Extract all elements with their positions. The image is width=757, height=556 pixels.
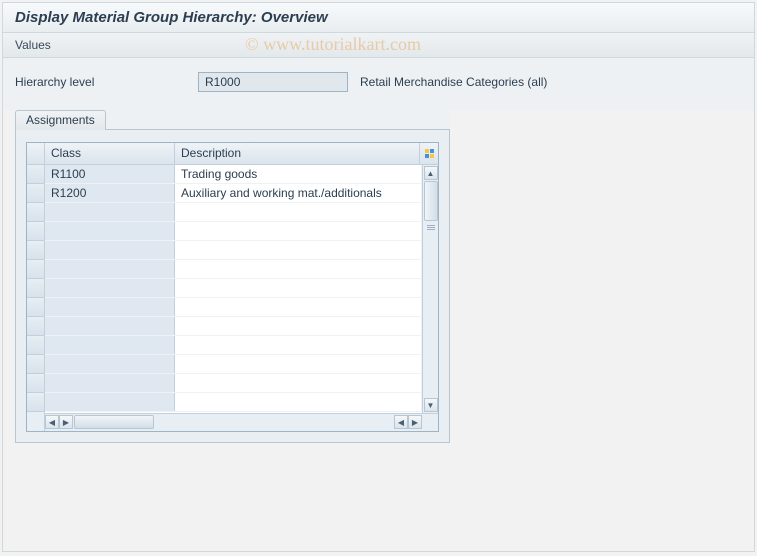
hierarchy-level-label: Hierarchy level	[15, 75, 190, 89]
main-window: Display Material Group Hierarchy: Overvi…	[2, 2, 755, 552]
page-title: Display Material Group Hierarchy: Overvi…	[3, 3, 754, 33]
hierarchy-level-desc: Retail Merchandise Categories (all)	[360, 75, 547, 89]
cell-class: R1200	[45, 184, 175, 202]
column-config-button[interactable]	[420, 143, 438, 164]
vertical-scrollbar[interactable]: ▲ ▼	[422, 165, 438, 413]
row-selector[interactable]	[27, 222, 44, 241]
cell-description: Auxiliary and working mat./additionals	[175, 184, 422, 202]
grid-rows: R1100 Trading goods R1200 Auxiliary and …	[45, 165, 422, 413]
table-row[interactable]	[45, 279, 422, 298]
row-selector[interactable]	[27, 184, 44, 203]
table-row[interactable]	[45, 336, 422, 355]
scroll-right-button[interactable]: ▶	[59, 415, 73, 429]
table-row[interactable]	[45, 298, 422, 317]
table-row[interactable]	[45, 393, 422, 412]
selector-header[interactable]	[27, 143, 44, 165]
row-selector[interactable]	[27, 393, 44, 412]
assignments-panel: Assignments	[15, 110, 450, 443]
horizontal-scrollbar[interactable]: ◀ ▶ ◀ ▶	[45, 413, 438, 431]
row-selector[interactable]	[27, 279, 44, 298]
toolbar: Values	[3, 33, 754, 58]
row-selector[interactable]	[27, 203, 44, 222]
grid-config-icon	[425, 149, 434, 158]
row-selector[interactable]	[27, 336, 44, 355]
scroll-thumb[interactable]	[74, 415, 154, 429]
cell-description: Trading goods	[175, 165, 422, 183]
row-selector[interactable]	[27, 298, 44, 317]
scroll-thumb[interactable]	[424, 181, 438, 221]
row-selectors	[27, 143, 45, 431]
scroll-left-button[interactable]: ◀	[394, 415, 408, 429]
table-row[interactable]	[45, 374, 422, 393]
assignments-tab[interactable]: Assignments	[15, 110, 106, 130]
table-row[interactable]	[45, 355, 422, 374]
scroll-left-button[interactable]: ◀	[45, 415, 59, 429]
column-header-description[interactable]: Description	[175, 143, 420, 164]
scroll-right-button[interactable]: ▶	[408, 415, 422, 429]
row-selector[interactable]	[27, 165, 44, 184]
cell-class: R1100	[45, 165, 175, 183]
row-selector[interactable]	[27, 260, 44, 279]
table-row[interactable]	[45, 317, 422, 336]
row-selector[interactable]	[27, 374, 44, 393]
scroll-down-button[interactable]: ▼	[424, 398, 438, 412]
grid-header: Class Description	[45, 143, 438, 165]
row-selector[interactable]	[27, 241, 44, 260]
table-row[interactable]	[45, 241, 422, 260]
values-button[interactable]: Values	[15, 38, 51, 52]
row-selector[interactable]	[27, 355, 44, 374]
row-selector[interactable]	[27, 317, 44, 336]
table-row[interactable]	[45, 222, 422, 241]
hierarchy-field-row: Hierarchy level Retail Merchandise Categ…	[3, 58, 754, 110]
scroll-up-button[interactable]: ▲	[424, 166, 438, 180]
table-row[interactable]	[45, 260, 422, 279]
table-row[interactable]: R1100 Trading goods	[45, 165, 422, 184]
assignments-grid: Class Description R1100 Trading g	[26, 142, 439, 432]
table-row[interactable]: R1200 Auxiliary and working mat./additio…	[45, 184, 422, 203]
table-row[interactable]	[45, 203, 422, 222]
hierarchy-level-input[interactable]	[198, 72, 348, 92]
column-header-class[interactable]: Class	[45, 143, 175, 164]
